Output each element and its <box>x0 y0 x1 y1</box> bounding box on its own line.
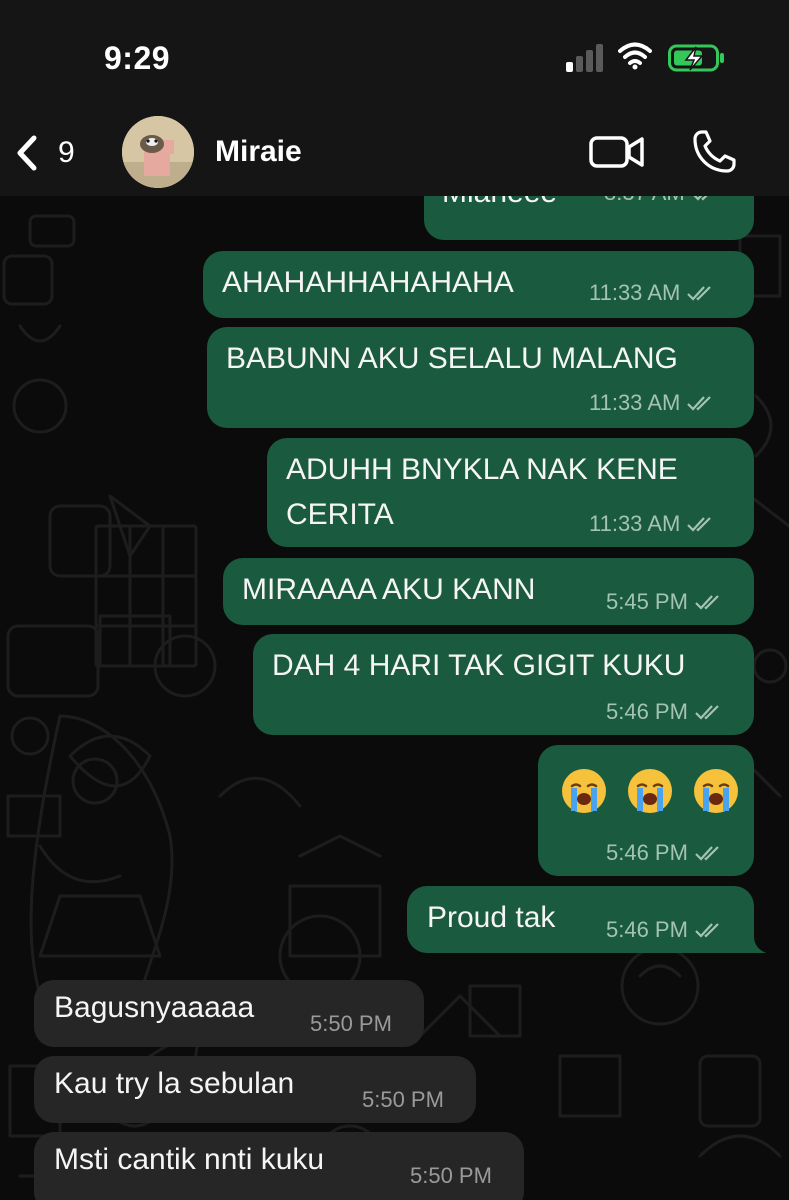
message-time: 11:33 AM <box>589 280 681 305</box>
message-meta: 5:50 PM <box>310 1011 392 1037</box>
double-check-icon <box>687 286 712 301</box>
message-bubble-outgoing[interactable]: Mianeee 8:37 AM <box>424 196 754 240</box>
contact-name[interactable]: Miraie <box>215 135 302 169</box>
message-text: Proud tak <box>427 901 556 934</box>
message-text-line-2: CERITA <box>286 498 394 531</box>
message-meta: 5:45 PM <box>606 589 724 615</box>
video-call-icon[interactable] <box>588 130 646 174</box>
message-bubble-outgoing[interactable]: 5:46 PM <box>538 745 754 876</box>
loudly-crying-face-icon <box>562 769 606 813</box>
back-button[interactable]: 9 <box>14 130 94 176</box>
unread-count: 9 <box>58 136 75 169</box>
message-text-line-1: ADUHH BNYKLA NAK KENE <box>286 453 678 486</box>
battery-charging-icon <box>668 44 724 72</box>
wifi-icon <box>618 42 652 70</box>
message-bubble-incoming[interactable]: Kau try la sebulan 5:50 PM <box>34 1056 476 1123</box>
message-time: 5:50 PM <box>410 1163 492 1188</box>
phone-call-icon[interactable] <box>690 128 738 176</box>
message-meta: 11:33 AM <box>589 390 716 416</box>
double-check-icon <box>695 923 719 938</box>
message-time: 11:33 AM <box>589 390 681 415</box>
message-meta: 11:33 AM <box>589 280 716 306</box>
double-check-icon <box>695 705 719 720</box>
message-bubble-outgoing[interactable]: AHAHAHHAHAHAHA 11:33 AM <box>203 251 754 318</box>
double-check-icon <box>693 196 708 201</box>
message-text: Bagusnyaaaaa <box>54 991 255 1024</box>
message-time: 5:50 PM <box>310 1011 392 1036</box>
contact-avatar[interactable] <box>122 116 194 188</box>
message-bubble-outgoing[interactable]: DAH 4 HARI TAK GIGIT KUKU 5:46 PM <box>253 634 754 735</box>
message-time: 8:37 AM <box>604 196 685 206</box>
message-meta: 5:50 PM <box>362 1087 444 1113</box>
loudly-crying-face-icon <box>694 769 738 813</box>
message-bubble-outgoing[interactable]: BABUNN AKU SELALU MALANG 11:33 AM <box>207 327 754 428</box>
emoji-row <box>560 767 740 815</box>
message-time: 5:46 PM <box>606 699 688 724</box>
message-time: 11:33 AM <box>589 511 681 536</box>
message-text: DAH 4 HARI TAK GIGIT KUKU <box>272 649 686 682</box>
message-time: 5:46 PM <box>606 840 688 865</box>
cellular-signal-icon <box>566 44 603 72</box>
loudly-crying-face-icon <box>628 769 672 813</box>
bubble-tail <box>748 936 766 953</box>
message-meta: 5:46 PM <box>606 699 724 725</box>
message-meta: 11:33 AM <box>589 511 716 537</box>
double-check-icon <box>687 396 712 411</box>
double-check-icon <box>695 846 719 861</box>
message-text: Kau try la sebulan <box>54 1067 295 1100</box>
double-check-icon <box>687 517 712 532</box>
message-time: 5:46 PM <box>606 917 688 942</box>
status-time: 9:29 <box>104 40 171 76</box>
message-text: AHAHAHHAHAHAHA <box>222 266 514 299</box>
message-time: 5:45 PM <box>606 589 688 614</box>
chat-screen: 9:29 9 Miraie AHAHAHHAHAHAHA 11:33 AM BA… <box>0 0 789 1200</box>
message-meta: 5:46 PM <box>606 917 724 943</box>
message-text: Mianeee <box>442 196 557 216</box>
avatar-image <box>122 116 194 188</box>
message-meta: 8:37 AM <box>604 196 721 206</box>
message-text: Msti cantik nnti kuku <box>54 1143 325 1176</box>
message-bubble-incoming[interactable]: Msti cantik nnti kuku 5:50 PM <box>34 1132 524 1200</box>
message-meta: 5:46 PM <box>606 840 724 866</box>
chevron-left-icon <box>17 135 37 171</box>
chat-header: 9:29 9 Miraie <box>0 0 789 196</box>
message-meta: 5:50 PM <box>410 1163 492 1189</box>
message-text: BABUNN AKU SELALU MALANG <box>226 342 678 375</box>
message-text: MIRAAAA AKU KANN <box>242 573 536 606</box>
message-time: 5:50 PM <box>362 1087 444 1112</box>
message-bubble-outgoing[interactable]: MIRAAAA AKU KANN 5:45 PM <box>223 558 754 625</box>
message-list[interactable]: Mianeee 8:37 AM AHAHAHHAHAHAHA 11:33 AM <box>0 196 789 1200</box>
message-bubble-incoming[interactable]: Bagusnyaaaaa 5:50 PM <box>34 980 424 1047</box>
message-bubble-outgoing[interactable]: Proud tak 5:46 PM <box>407 886 754 953</box>
double-check-icon <box>695 595 719 610</box>
message-bubble-outgoing[interactable]: ADUHH BNYKLA NAK KENE CERITA 11:33 AM <box>267 438 754 547</box>
